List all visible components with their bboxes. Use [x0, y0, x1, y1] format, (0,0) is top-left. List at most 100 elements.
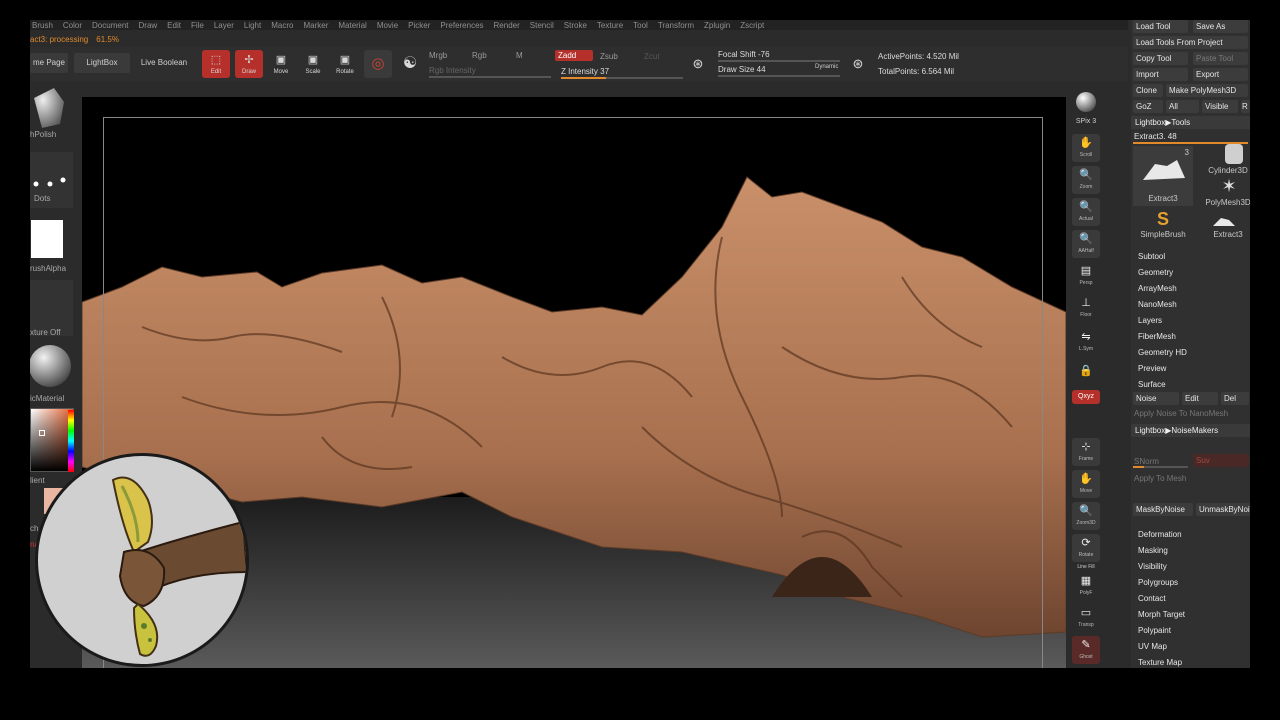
menu-marker[interactable]: Marker: [303, 21, 328, 30]
menu-macro[interactable]: Macro: [271, 21, 293, 30]
zadd-button[interactable]: Zadd: [555, 50, 593, 61]
mask-by-noise-button[interactable]: MaskByNoise: [1133, 503, 1193, 516]
m-button[interactable]: M: [516, 51, 523, 60]
menu-file[interactable]: File: [191, 21, 204, 30]
sculptris-button[interactable]: ◎: [364, 50, 392, 78]
rgb-intensity-track[interactable]: [429, 76, 551, 78]
tool-thumb-extract3-b[interactable]: Extract3: [1193, 212, 1250, 242]
zsub-button[interactable]: Zsub: [600, 52, 618, 61]
z-intensity-slider[interactable]: Z Intensity 37: [561, 67, 609, 76]
unmask-by-noise-button[interactable]: UnmaskByNoise: [1196, 503, 1250, 516]
focal-shift-slider[interactable]: Focal Shift -76: [718, 50, 770, 59]
menu-texture[interactable]: Texture: [597, 21, 623, 30]
material-selector[interactable]: icMaterial: [30, 342, 73, 403]
current-tool-slider[interactable]: Extract3. 48: [1134, 132, 1177, 141]
paste-tool-button[interactable]: Paste Tool: [1193, 52, 1248, 65]
draw-size-slider[interactable]: Draw Size 44: [718, 65, 766, 74]
zcut-button[interactable]: Zcut: [644, 52, 660, 61]
hue-bar[interactable]: [68, 410, 74, 472]
material-toggle[interactable]: ☯: [396, 50, 424, 78]
load-tools-from-project-button[interactable]: Load Tools From Project: [1133, 36, 1248, 49]
aahalf-button[interactable]: 🔍 AAHalf: [1072, 230, 1100, 258]
clone-button[interactable]: Clone: [1133, 84, 1163, 97]
noise-del-button[interactable]: Del: [1221, 392, 1249, 405]
draw-size-track[interactable]: [718, 75, 840, 77]
actual-button[interactable]: 🔍 Actual: [1072, 198, 1100, 226]
transp-button[interactable]: ▭ Transp: [1072, 604, 1100, 632]
snorm-slider[interactable]: SNorm: [1134, 457, 1159, 466]
menu-movie[interactable]: Movie: [377, 21, 398, 30]
pivot-button[interactable]: ⊛: [686, 50, 710, 78]
menu-draw[interactable]: Draw: [139, 21, 158, 30]
rotate-button[interactable]: ▣ Rotate: [331, 50, 359, 78]
menu-document[interactable]: Document: [92, 21, 128, 30]
fibermesh-subpalette[interactable]: FiberMesh: [1138, 332, 1176, 341]
tool-thumb-polymesh3d[interactable]: ✶ PolyMesh3D: [1193, 176, 1250, 210]
deformation-subpalette[interactable]: Deformation: [1138, 530, 1182, 539]
stroke-selector[interactable]: Dots: [30, 152, 73, 208]
subdivision-button[interactable]: ⊛: [846, 50, 870, 78]
menu-edit[interactable]: Edit: [167, 21, 181, 30]
make-polymesh-button[interactable]: Make PolyMesh3D: [1166, 84, 1248, 97]
lsym-button[interactable]: ⇋ L.Sym: [1072, 328, 1100, 356]
tool-thumb-simplebrush[interactable]: S SimpleBrush: [1133, 208, 1193, 242]
menu-tool[interactable]: Tool: [633, 21, 648, 30]
ghost-button[interactable]: ✎ Ghost: [1072, 636, 1100, 664]
frame-button[interactable]: ⊹ Frame: [1072, 438, 1100, 466]
menu-zscript[interactable]: Zscript: [740, 21, 764, 30]
menu-material[interactable]: Material: [338, 21, 366, 30]
zoom-button[interactable]: 🔍 Zoom: [1072, 166, 1100, 194]
menu-stroke[interactable]: Stroke: [564, 21, 587, 30]
spix-label[interactable]: SPix 3: [1072, 118, 1100, 125]
zoom3d-button[interactable]: 🔍 Zoom3D: [1072, 502, 1100, 530]
scroll-button[interactable]: ✋ Scroll: [1072, 134, 1100, 162]
move-button[interactable]: ▣ Move: [267, 50, 295, 78]
noise-button[interactable]: Noise: [1133, 392, 1179, 405]
tool-thumb-cylinder3d[interactable]: Cylinder3D: [1193, 140, 1250, 175]
lightbox-tools-button[interactable]: Lightbox▶Tools: [1131, 116, 1250, 129]
edit-button[interactable]: ⬚ Edit: [202, 50, 230, 78]
menu-transform[interactable]: Transform: [658, 21, 694, 30]
save-as-button[interactable]: Save As: [1193, 20, 1248, 33]
persp-button[interactable]: ▤ Persp: [1072, 262, 1100, 290]
goz-button[interactable]: GoZ: [1133, 100, 1163, 113]
nanomesh-subpalette[interactable]: NanoMesh: [1138, 300, 1177, 309]
floor-button[interactable]: ⊥ Floor: [1072, 294, 1100, 322]
contact-subpalette[interactable]: Contact: [1138, 594, 1166, 603]
polypaint-subpalette[interactable]: Polypaint: [1138, 626, 1171, 635]
masking-subpalette[interactable]: Masking: [1138, 546, 1168, 555]
menu-stencil[interactable]: Stencil: [530, 21, 554, 30]
polygroups-subpalette[interactable]: Polygroups: [1138, 578, 1178, 587]
goz-visible-button[interactable]: Visible: [1202, 100, 1238, 113]
layers-subpalette[interactable]: Layers: [1138, 316, 1162, 325]
uv-map-subpalette[interactable]: UV Map: [1138, 642, 1167, 651]
apply-to-mesh-button[interactable]: Apply To Mesh: [1134, 474, 1186, 483]
import-button[interactable]: Import: [1133, 68, 1188, 81]
preview-subpalette[interactable]: Preview: [1138, 364, 1166, 373]
scale-button[interactable]: ▣ Scale: [299, 50, 327, 78]
load-tool-button[interactable]: Load Tool: [1133, 20, 1188, 33]
rgb-button[interactable]: Rgb: [472, 51, 487, 60]
menu-color[interactable]: Color: [63, 21, 82, 30]
menu-picker[interactable]: Picker: [408, 21, 430, 30]
brush-selector[interactable]: hPolish: [30, 84, 73, 139]
goz-r-button[interactable]: R: [1241, 100, 1250, 113]
menu-light[interactable]: Light: [244, 21, 261, 30]
bpr-button[interactable]: [1072, 90, 1100, 118]
menu-zplugin[interactable]: Zplugin: [704, 21, 730, 30]
subtool-subpalette[interactable]: Subtool: [1138, 252, 1165, 261]
noise-edit-button[interactable]: Edit: [1182, 392, 1218, 405]
dynamic-toggle[interactable]: Dynamic: [815, 64, 838, 70]
menu-brush[interactable]: Brush: [32, 21, 53, 30]
texture-map-subpalette[interactable]: Texture Map: [1138, 658, 1182, 667]
polyf-button[interactable]: ▦ PolyF: [1072, 572, 1100, 600]
menu-preferences[interactable]: Preferences: [440, 21, 483, 30]
snorm-track[interactable]: [1133, 466, 1188, 468]
tool-thumb-extract3[interactable]: 3 Extract3: [1133, 146, 1193, 206]
rotate-view-button[interactable]: ⟳ Rotate: [1072, 534, 1100, 562]
copy-tool-button[interactable]: Copy Tool: [1133, 52, 1188, 65]
menu-layer[interactable]: Layer: [214, 21, 234, 30]
lightbox-button[interactable]: LightBox: [74, 53, 130, 73]
suv-button[interactable]: Suv: [1193, 454, 1249, 467]
rgb-intensity-slider[interactable]: Rgb Intensity: [429, 66, 476, 75]
